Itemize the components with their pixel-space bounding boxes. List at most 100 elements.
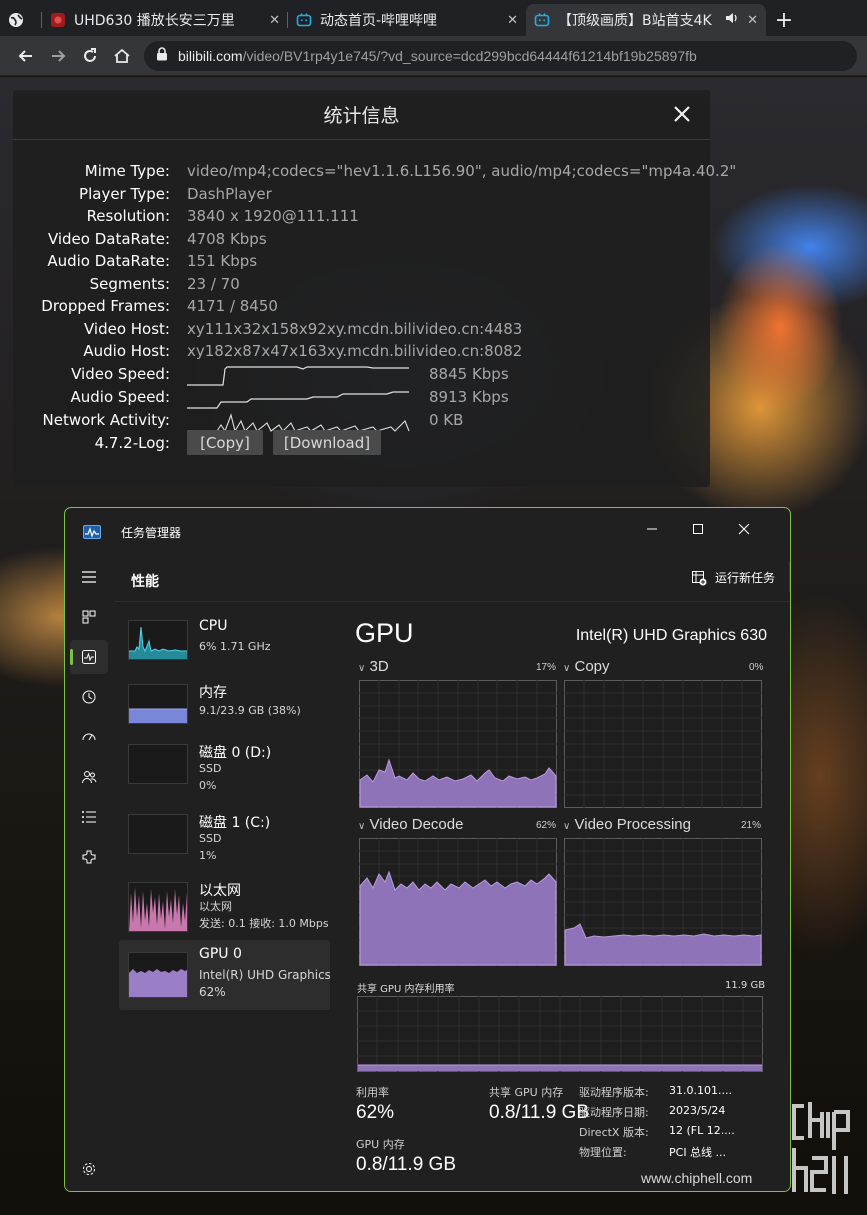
cpu-thumbnail [128, 620, 188, 660]
chevron-down-icon: ∨ [358, 821, 366, 832]
ethernet-thumbnail [128, 882, 188, 932]
resource-list: CPU 6% 1.71 GHz 内存 9.1/23.9 GB (38%) 磁盘 … [119, 608, 331, 1028]
nav-users[interactable] [70, 760, 108, 794]
stat-row-audio-host: Audio Host: xy182x87x47x163xy.mcdn.biliv… [83, 342, 523, 360]
engine-copy-dropdown[interactable]: ∨ Copy [563, 658, 610, 675]
stats-title: 统计信息 [13, 90, 710, 140]
close-tab-icon[interactable]: ✕ [507, 13, 518, 28]
stat-row-video-host: Video Host: xy111x32x158x92xy.mcdn.biliv… [83, 320, 523, 338]
shared-mem-label: 共享 GPU 内存利用率 [357, 984, 455, 995]
startup-icon [82, 733, 96, 741]
lock-icon[interactable] [156, 47, 168, 64]
audio-speed-graph [187, 391, 409, 409]
speaker-icon[interactable] [725, 11, 739, 29]
home-icon [114, 48, 130, 63]
history-icon [82, 690, 96, 704]
nav-startup[interactable] [70, 720, 108, 754]
tab-title: 【顶级画质】B站首支4K [558, 13, 712, 29]
gear-icon [83, 1163, 95, 1175]
active-indicator [70, 649, 73, 665]
nav-app-history[interactable] [70, 680, 108, 714]
resource-item-ethernet[interactable]: 以太网 以太网 发送: 0.1 接收: 1.0 Mbps [119, 878, 330, 948]
tab-chiphell[interactable]: UHD630 播放长安三万里 ✕ [42, 4, 288, 36]
page-header: 性能 运行新任务 ••• [115, 552, 790, 602]
nav-details[interactable] [70, 800, 108, 834]
nav-services[interactable] [70, 840, 108, 874]
chevron-down-icon: ∨ [358, 663, 366, 674]
services-icon [82, 850, 96, 864]
tab-bilibili-video[interactable]: 【顶级画质】B站首支4K ✕ [526, 4, 766, 36]
engine-3d-graph [359, 680, 557, 808]
page-title: 性能 [131, 574, 159, 590]
copy-log-button[interactable]: [Copy] [187, 430, 263, 455]
engine-3d-dropdown[interactable]: ∨ 3D [358, 658, 389, 675]
url-host: bilibili.com [178, 47, 243, 64]
resource-item-disk1[interactable]: 磁盘 1 (C:) SSD 1% [119, 810, 330, 880]
gpu-mem-value: 0.8/11.9 GB [356, 1154, 456, 1175]
close-tab-icon[interactable]: ✕ [747, 13, 758, 28]
close-tab-icon[interactable]: ✕ [269, 13, 280, 28]
engine-copy-graph [564, 680, 762, 808]
close-icon[interactable] [670, 102, 694, 126]
bilibili-icon [296, 12, 312, 28]
hamburger-icon [82, 571, 96, 583]
tab-title: 动态首页-哔哩哔哩 [320, 13, 438, 29]
gpu-model: Intel(R) UHD Graphics 630 [575, 627, 767, 644]
close-window-button[interactable] [721, 514, 767, 544]
run-task-icon [692, 570, 707, 585]
minimize-icon [647, 528, 657, 530]
performance-icon [82, 650, 96, 664]
stat-row-dropped: Dropped Frames: 4171 / 8450 [41, 297, 278, 315]
reload-button[interactable] [74, 40, 106, 72]
shared-gpu-mem-value: 0.8/11.9 GB [489, 1102, 589, 1123]
disk0-thumbnail [128, 744, 188, 784]
minimize-button[interactable] [629, 514, 675, 544]
window-title: 任务管理器 [121, 526, 182, 540]
url-path: /video/BV1rp4y1e745/?vd_source=dcd299bcd… [242, 47, 697, 64]
resource-item-gpu0[interactable]: GPU 0 Intel(R) UHD Graphics 62% [119, 940, 330, 1010]
shared-mem-max: 11.9 GB [725, 980, 766, 991]
home-button[interactable] [106, 40, 138, 72]
back-button[interactable] [10, 40, 42, 72]
stat-row-mime: Mime Type: video/mp4;codecs="hev1.1.6.L1… [84, 162, 737, 180]
address-bar[interactable]: bilibili.com /video/BV1rp4y1e745/?vd_sou… [144, 40, 857, 71]
disk1-thumbnail [128, 814, 188, 854]
chiphell-logo [792, 1102, 850, 1194]
tab-icon-only[interactable] [0, 4, 42, 36]
gpu-detail-panel: GPU Intel(R) UHD Graphics 630 ∨ 3D 17% ∨… [355, 618, 767, 1175]
arrow-left-icon [18, 49, 32, 62]
watermark-url: www.chiphell.com [641, 1170, 753, 1186]
stat-row-segments: Segments: 23 / 70 [89, 275, 240, 293]
details-icon [82, 811, 96, 823]
stat-row-audio-datarate: Audio DataRate: 151 Kbps [47, 252, 258, 270]
run-new-task-button[interactable]: 运行新任务 [691, 569, 775, 586]
task-manager-icon [83, 524, 101, 543]
nav-performance[interactable] [70, 640, 108, 674]
browser-tabbar: UHD630 播放长安三万里 ✕ 动态首页-哔哩哔哩 ✕ 【顶级画质】B站首支4… [0, 0, 867, 36]
engine-video-decode-dropdown[interactable]: ∨ Video Decode [358, 816, 463, 833]
settings-button[interactable] [70, 1152, 108, 1186]
tab-bilibili-home[interactable]: 动态首页-哔哩哔哩 ✕ [288, 4, 526, 36]
browser-toolbar: bilibili.com /video/BV1rp4y1e745/?vd_sou… [0, 36, 867, 76]
engine-video-processing-dropdown[interactable]: ∨ Video Processing [563, 816, 691, 833]
new-tab-button[interactable]: + [766, 4, 802, 36]
tab-title: UHD630 播放长安三万里 [74, 13, 235, 29]
titlebar[interactable]: 任务管理器 [65, 508, 790, 552]
engine-video-decode-graph [359, 838, 557, 966]
nav-processes[interactable] [70, 600, 108, 634]
utilization-value: 62% [356, 1102, 395, 1123]
shared-memory-graph [357, 996, 763, 1072]
resource-item-disk0[interactable]: 磁盘 0 (D:) SSD 0% [119, 740, 330, 810]
hamburger-menu-button[interactable] [70, 560, 108, 594]
memory-thumbnail [128, 684, 188, 724]
maximize-button[interactable] [675, 514, 721, 544]
stats-panel: 统计信息 Mime Type: video/mp4;codecs="hev1.1… [13, 90, 737, 487]
task-manager-window: 任务管理器 性能 运行新任务 CPU 6% 1.71 GHz 内存 9.1/23… [64, 507, 791, 1192]
gpu-thumbnail [128, 952, 188, 998]
stat-row-video-speed: Video Speed: 8845 Kbps [13, 365, 710, 387]
stat-row-player: Player Type: DashPlayer [79, 185, 272, 203]
forward-button[interactable] [42, 40, 74, 72]
download-log-button[interactable]: [Download] [273, 430, 381, 455]
resource-item-cpu[interactable]: CPU 6% 1.71 GHz [119, 616, 330, 686]
reload-icon [84, 47, 96, 62]
